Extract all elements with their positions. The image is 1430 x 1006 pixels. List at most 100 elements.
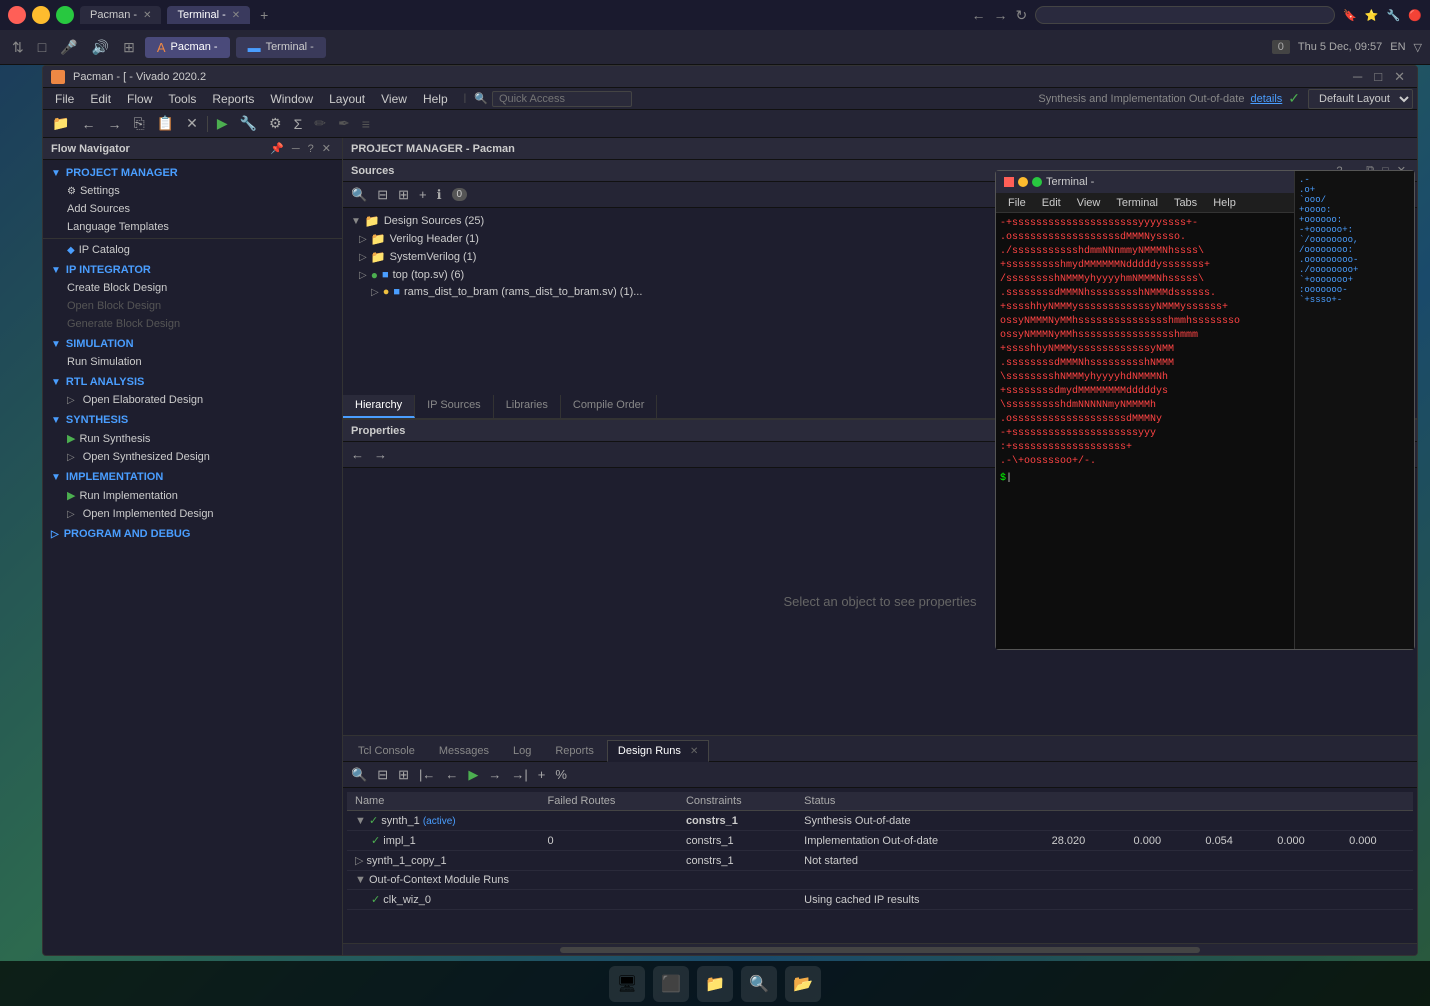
- taskbar-app-pacman[interactable]: A Pacman -: [145, 37, 230, 58]
- taskbar-bottom-icon-3[interactable]: 📁: [697, 966, 733, 1002]
- dr-row-synth1-copy[interactable]: ▷ synth_1_copy_1 constrs_1 Not started: [347, 851, 1413, 871]
- sources-add-btn[interactable]: +: [415, 186, 431, 203]
- taskbar-bottom-icon-2[interactable]: ⬛: [653, 966, 689, 1002]
- dr-search-btn[interactable]: 🔍: [347, 766, 371, 784]
- nav-forward-btn[interactable]: →: [993, 7, 1007, 23]
- section-ip-integrator-header[interactable]: ▼ IP INTEGRATOR: [43, 261, 342, 279]
- taskbar-icon-1[interactable]: ⇅: [8, 37, 28, 58]
- flow-item-run-simulation[interactable]: Run Simulation: [43, 353, 342, 371]
- section-impl-header[interactable]: ▼ IMPLEMENTATION: [43, 468, 342, 486]
- flow-item-add-sources[interactable]: Add Sources: [43, 200, 342, 218]
- dr-row-ooc-group[interactable]: ▼ Out-of-Context Module Runs: [347, 871, 1413, 890]
- flow-item-run-implementation[interactable]: ▶ Run Implementation: [43, 486, 342, 505]
- taskbar-icon-3[interactable]: 🎤: [56, 37, 81, 58]
- toolbar-debug-btn[interactable]: 🔧: [235, 113, 262, 134]
- toolbar-back-btn[interactable]: ←: [76, 114, 100, 134]
- address-bar[interactable]: [1035, 6, 1335, 24]
- browser-tab-terminal-close[interactable]: ✕: [232, 10, 240, 21]
- props-back-btn[interactable]: ←: [347, 446, 368, 463]
- toolbar-settings-btn[interactable]: ⚙: [264, 113, 287, 134]
- dr-expand-btn[interactable]: ⊞: [394, 766, 413, 784]
- toolbar-btn-c[interactable]: ≡: [357, 114, 375, 134]
- toolbar-run-btn[interactable]: ▶: [212, 113, 233, 134]
- toolbar-forward-btn[interactable]: →: [102, 114, 126, 134]
- term-menu-edit[interactable]: Edit: [1034, 196, 1069, 210]
- dr-run-btn[interactable]: ▶: [464, 766, 482, 784]
- taskbar-bottom-icon-1[interactable]: 🖥: [609, 966, 645, 1002]
- dr-row-synth1[interactable]: ▼ ✓ synth_1 (active) constrs_1 Synthesis…: [347, 811, 1413, 831]
- flow-item-open-synthesized[interactable]: ▷ Open Synthesized Design: [43, 448, 342, 466]
- taskbar-bottom-icon-4[interactable]: 🔍: [741, 966, 777, 1002]
- flow-item-open-block-design[interactable]: Open Block Design: [43, 297, 342, 315]
- browser-tab-terminal[interactable]: Terminal - ✕: [167, 6, 250, 24]
- toolbar-btn-a[interactable]: ✏: [309, 113, 331, 134]
- section-project-manager-header[interactable]: ▼ PROJECT MANAGER: [43, 164, 342, 182]
- menu-edit[interactable]: Edit: [82, 90, 119, 108]
- section-synthesis-header[interactable]: ▼ SYNTHESIS: [43, 411, 342, 429]
- flow-item-language-templates[interactable]: Language Templates: [43, 218, 342, 236]
- flow-item-open-elaborated[interactable]: ▷ Open Elaborated Design: [43, 391, 342, 409]
- menu-flow[interactable]: Flow: [119, 90, 160, 108]
- toolbar-paste-btn[interactable]: 📋: [152, 113, 179, 134]
- taskbar-icon-5[interactable]: ⊞: [119, 37, 139, 58]
- status-details-link[interactable]: details: [1250, 93, 1282, 105]
- browser-close-btn[interactable]: [8, 6, 26, 24]
- term-menu-tabs[interactable]: Tabs: [1166, 196, 1205, 210]
- menu-layout[interactable]: Layout: [321, 90, 373, 108]
- browser-min-btn[interactable]: [32, 6, 50, 24]
- sources-search-btn[interactable]: 🔍: [347, 186, 371, 204]
- dr-next-btn[interactable]: →|: [507, 766, 531, 783]
- design-runs-tab-close[interactable]: ✕: [690, 746, 698, 757]
- toolbar-btn-b[interactable]: ✒: [333, 113, 355, 134]
- dr-collapse-btn[interactable]: ⊟: [373, 766, 392, 784]
- dr-row-clk-wiz[interactable]: ✓ clk_wiz_0 Using cached IP results: [347, 890, 1413, 910]
- src-tab-compile-order[interactable]: Compile Order: [561, 395, 658, 418]
- menu-help[interactable]: Help: [415, 90, 456, 108]
- console-tab-log[interactable]: Log: [502, 740, 542, 761]
- flow-item-settings[interactable]: ⚙ Settings: [43, 182, 342, 200]
- menu-window[interactable]: Window: [262, 90, 321, 108]
- term-menu-terminal[interactable]: Terminal: [1108, 196, 1166, 210]
- flow-item-generate-block-design[interactable]: Generate Block Design: [43, 315, 342, 333]
- src-tab-libraries[interactable]: Libraries: [494, 395, 561, 418]
- flow-item-open-implemented[interactable]: ▷ Open Implemented Design: [43, 505, 342, 523]
- src-tab-hierarchy[interactable]: Hierarchy: [343, 395, 415, 418]
- vivado-minimize-btn[interactable]: ─: [1349, 69, 1366, 85]
- nav-back-btn[interactable]: ←: [971, 7, 985, 23]
- toolbar-open-btn[interactable]: 📁: [47, 113, 74, 134]
- flow-item-ip-catalog[interactable]: ◆ IP Catalog: [43, 241, 342, 259]
- console-tab-messages[interactable]: Messages: [428, 740, 500, 761]
- flow-item-run-synthesis[interactable]: ▶ Run Synthesis: [43, 429, 342, 448]
- browser-tab-pacman[interactable]: Pacman - ✕: [80, 6, 161, 24]
- term-menu-view[interactable]: View: [1069, 196, 1109, 210]
- section-simulation-header[interactable]: ▼ SIMULATION: [43, 335, 342, 353]
- console-tab-reports[interactable]: Reports: [544, 740, 605, 761]
- section-pgm-header[interactable]: ▷ PROGRAM AND DEBUG: [43, 525, 342, 543]
- menu-file[interactable]: File: [47, 90, 82, 108]
- taskbar-icon-2[interactable]: □: [34, 37, 50, 57]
- menu-tools[interactable]: Tools: [160, 90, 204, 108]
- taskbar-icon-4[interactable]: 🔊: [88, 37, 113, 58]
- toolbar-sum-btn[interactable]: Σ: [289, 114, 308, 134]
- flow-nav-pin-btn[interactable]: 📌: [267, 142, 287, 155]
- new-tab-button[interactable]: +: [256, 7, 272, 23]
- taskbar-counter[interactable]: 0: [1272, 40, 1290, 54]
- toolbar-undo-btn[interactable]: ✕: [181, 113, 203, 134]
- browser-tab-pacman-close[interactable]: ✕: [143, 10, 151, 21]
- console-tab-design-runs[interactable]: Design Runs ✕: [607, 740, 709, 762]
- flow-nav-min-btn[interactable]: ─: [289, 142, 303, 155]
- toolbar-copy-btn[interactable]: ⎘: [128, 113, 149, 134]
- taskbar-app-terminal[interactable]: ▬ Terminal -: [236, 37, 326, 58]
- sources-expand-btn[interactable]: ⊞: [394, 186, 413, 204]
- src-tab-ip-sources[interactable]: IP Sources: [415, 395, 494, 418]
- vivado-maximize-btn[interactable]: □: [1370, 69, 1386, 85]
- section-rtl-header[interactable]: ▼ RTL ANALYSIS: [43, 373, 342, 391]
- dr-prev-btn[interactable]: |←: [415, 766, 439, 783]
- sources-collapse-btn[interactable]: ⊟: [373, 186, 392, 204]
- flow-item-create-block-design[interactable]: Create Block Design: [43, 279, 342, 297]
- flow-nav-help-btn[interactable]: ?: [305, 142, 317, 155]
- props-forward-btn[interactable]: →: [370, 446, 391, 463]
- sources-info-btn[interactable]: ℹ: [433, 186, 446, 204]
- term-menu-help[interactable]: Help: [1205, 196, 1244, 210]
- menu-view[interactable]: View: [373, 90, 415, 108]
